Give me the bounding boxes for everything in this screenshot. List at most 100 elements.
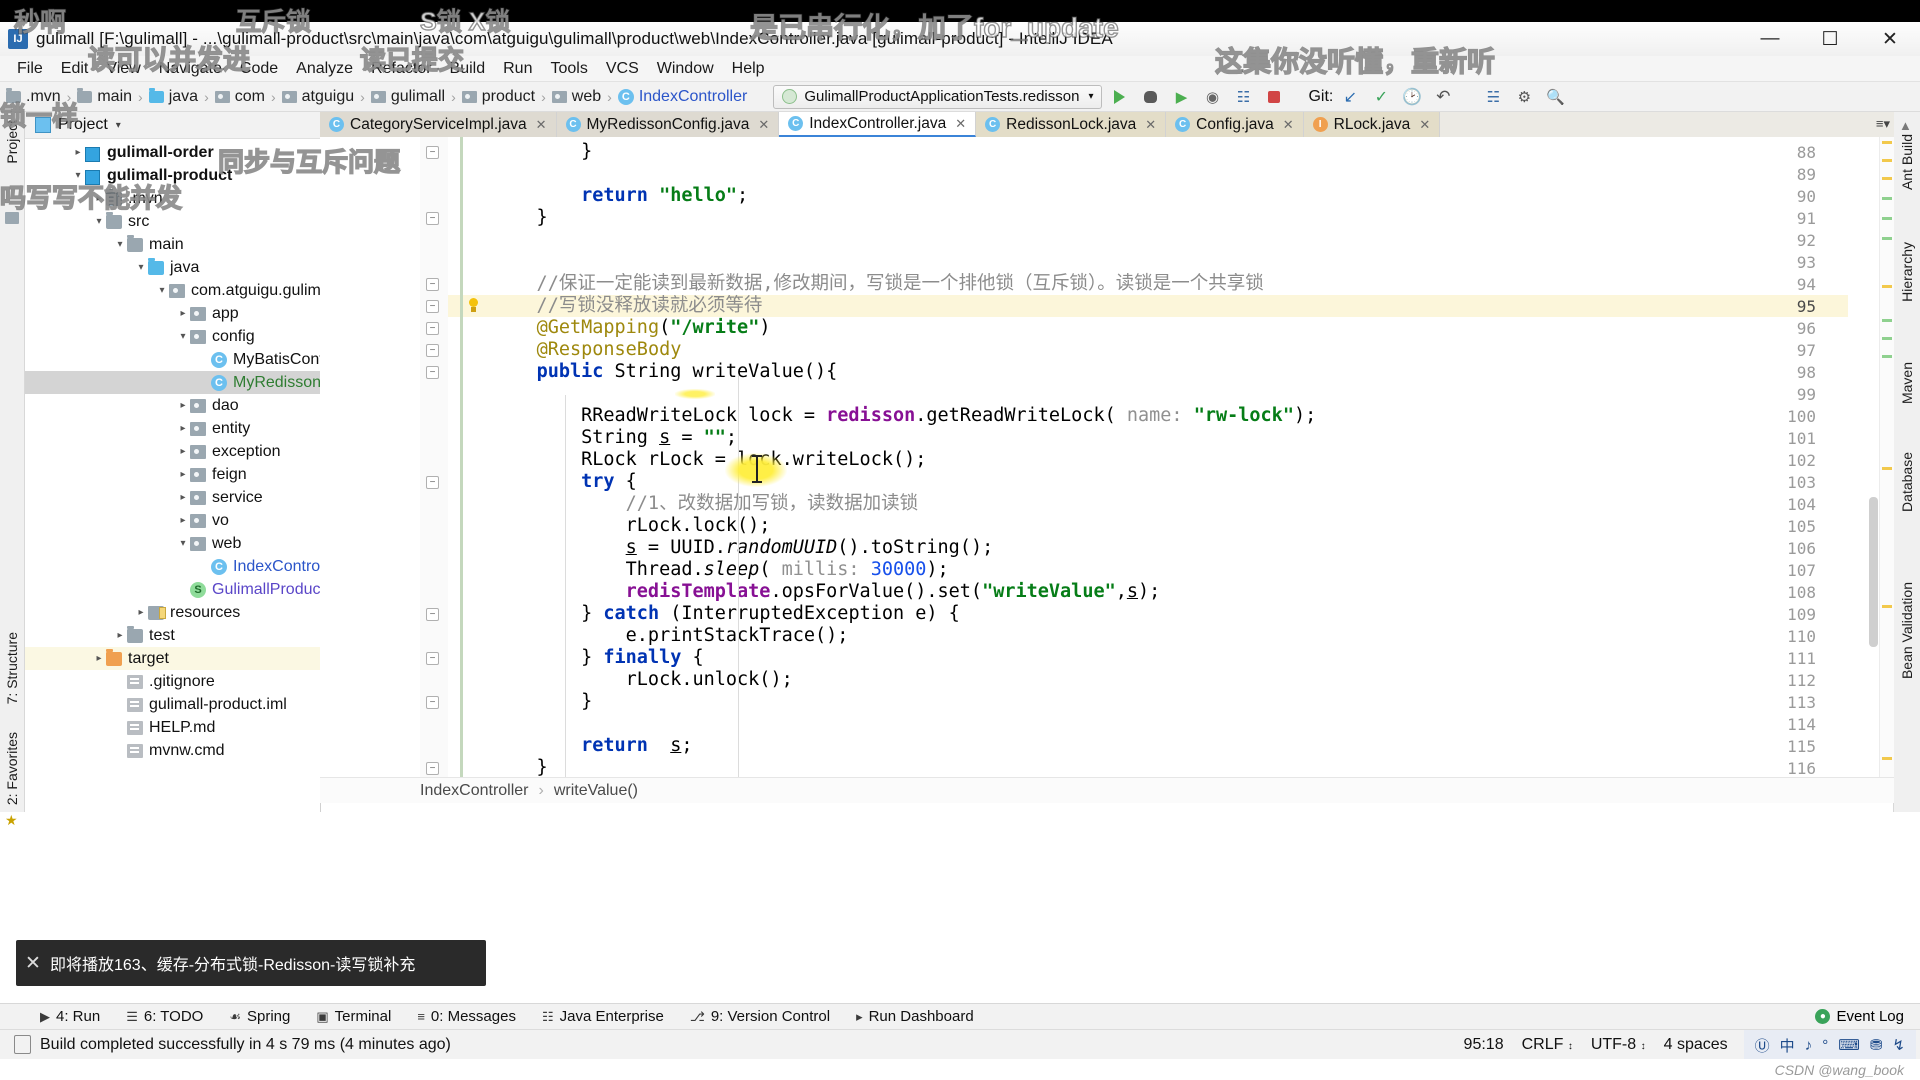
tree-item-exception[interactable]: exception [25,440,320,463]
chevron-down-icon[interactable]: ▾ [116,120,121,131]
profile-button[interactable]: ◉ [1198,85,1226,109]
code-fold-toggle[interactable]: − [426,696,439,709]
notification-toast[interactable]: ✕ 即将播放163、缓存-分布式锁-Redisson-读写锁补充 [16,940,486,986]
line-separator[interactable]: CRLF ↕ [1522,1036,1573,1054]
maximize-button[interactable]: ☐ [1800,22,1860,56]
code-fold-toggle[interactable]: − [426,652,439,665]
close-tab-icon[interactable]: ✕ [1419,117,1430,133]
error-stripe-mark[interactable] [1882,141,1892,144]
tree-item-gulimallproduct[interactable]: gulimall-product [25,164,320,187]
breadcrumb-item-product[interactable]: product [461,88,535,106]
file-encoding[interactable]: UTF-8 ↕ [1591,1036,1646,1054]
code-fold-toggle[interactable]: − [426,212,439,225]
tree-item-target[interactable]: target [25,647,320,670]
close-button[interactable]: ✕ [1860,22,1920,56]
tree-item-indexcontro[interactable]: C IndexContro [25,555,320,578]
error-stripe-mark[interactable] [1882,217,1892,220]
tray-icon-0[interactable]: Ⓤ [1755,1035,1770,1056]
menu-item-tools[interactable]: Tools [541,58,596,80]
tree-item-src[interactable]: src [25,210,320,233]
tool-window-button-rundashboard[interactable]: ▸ Run Dashboard [856,1008,974,1025]
code-fold-toggle[interactable]: − [426,278,439,291]
editor-tab-redissonlockjava[interactable]: C RedissonLock.java ✕ [976,112,1167,137]
project-panel-header[interactable]: Project ▾ [25,112,320,139]
close-tab-icon[interactable]: ✕ [1145,117,1156,133]
tray-icon-5[interactable]: ⛃ [1870,1036,1883,1054]
error-stripe-mark[interactable] [1882,177,1892,180]
tree-item-gulimallorder[interactable]: gulimall-order [25,141,320,164]
settings-button[interactable]: ⚙ [1510,85,1538,109]
error-stripe[interactable] [1879,137,1894,777]
code-fold-toggle[interactable]: − [426,366,439,379]
close-tab-icon[interactable]: ✕ [955,116,966,132]
menu-item-analyze[interactable]: Analyze [287,58,362,80]
chevron-down-icon[interactable] [176,538,190,549]
chevron-right-icon[interactable] [176,492,190,503]
editor-scrollbar-thumb[interactable] [1869,497,1878,647]
menu-item-help[interactable]: Help [723,58,774,80]
error-stripe-mark[interactable] [1882,197,1892,200]
code-fold-toggle[interactable]: − [426,344,439,357]
chevron-right-icon[interactable] [176,446,190,457]
tool-window-button-javaenterprise[interactable]: ☷ Java Enterprise [542,1008,664,1025]
chevron-down-icon[interactable] [71,170,85,181]
code-fold-toggle[interactable]: − [426,608,439,621]
menu-item-refactor[interactable]: Refactor [362,58,440,80]
tree-item-service[interactable]: service [25,486,320,509]
rollback-button[interactable]: ↶ [1429,85,1457,109]
sidebar-item-database[interactable]: Database [1899,452,1915,512]
code-editor[interactable]: 88 − } 89 90 return "hello"; 91 − } 92 93 94 − //… [320,137,1894,777]
tree-item-app[interactable]: app [25,302,320,325]
menu-item-edit[interactable]: Edit [52,58,98,80]
editor-tab-myredissonconfigjava[interactable]: C MyRedissonConfig.java ✕ [556,112,780,137]
menu-item-run[interactable]: Run [494,58,541,80]
menu-item-build[interactable]: Build [441,58,495,80]
code-fold-toggle[interactable]: − [426,762,439,775]
sidebar-item-favorites[interactable]: 2: Favorites [4,732,20,805]
tree-item-main[interactable]: main [25,233,320,256]
chevron-right-icon[interactable] [113,630,127,641]
tree-item-comatguigugulima[interactable]: com.atguigu.gulima [25,279,320,302]
error-stripe-mark[interactable] [1882,337,1892,340]
minimize-button[interactable]: — [1740,22,1800,56]
close-tab-icon[interactable]: ✕ [758,117,769,133]
error-stripe-mark[interactable] [1882,285,1892,288]
chevron-right-icon[interactable] [176,400,190,411]
breadcrumb-item-indexcontroller[interactable]: C IndexController [617,88,747,106]
chevron-right-icon[interactable] [176,423,190,434]
menu-item-file[interactable]: File [8,58,52,80]
breadcrumb-item-mvn[interactable]: .mvn [6,87,61,106]
breadcrumb-class[interactable]: IndexController [420,782,529,800]
history-button[interactable]: 🕑 [1398,85,1426,109]
sidebar-item-ant-build[interactable]: Ant Build [1899,134,1915,190]
close-icon[interactable]: ✕ [16,952,50,975]
chevron-right-icon[interactable] [92,653,106,664]
chevron-down-icon[interactable] [176,331,190,342]
error-stripe-mark[interactable] [1882,237,1892,240]
tree-item-mvnwcmd[interactable]: mvnw.cmd [25,739,320,762]
tree-item-test[interactable]: test [25,624,320,647]
tab-overflow-icon[interactable]: ≡▾ [1876,116,1890,132]
tree-item-vo[interactable]: vo [25,509,320,532]
editor-tab-indexcontrollerjava[interactable]: C IndexController.java ✕ [779,112,977,137]
menu-item-view[interactable]: View [97,58,149,80]
breadcrumb-item-web[interactable]: web [551,88,601,106]
debug-button[interactable] [1136,85,1164,109]
breadcrumb-item-com[interactable]: com [214,88,265,106]
chevron-right-icon[interactable] [92,193,106,204]
chevron-right-icon[interactable] [134,607,148,618]
sidebar-item-maven[interactable]: Maven [1899,362,1915,404]
error-stripe-mark[interactable] [1882,159,1892,162]
run-with-coverage-button[interactable]: ▶ [1167,85,1195,109]
menu-item-navigate[interactable]: Navigate [150,58,231,80]
tree-item-web[interactable]: web [25,532,320,555]
editor-tab-categoryserviceimpljava[interactable]: C CategoryServiceImpl.java ✕ [320,112,557,137]
chevron-right-icon[interactable] [176,308,190,319]
run-button[interactable] [1105,85,1133,109]
tray-icon-3[interactable]: ° [1822,1037,1828,1054]
tree-item-gitignore[interactable]: .gitignore [25,670,320,693]
tree-item-java[interactable]: java [25,256,320,279]
code-fold-toggle[interactable]: − [426,476,439,489]
error-stripe-mark[interactable] [1882,355,1892,358]
run-configuration-selector[interactable]: GulimallProductApplicationTests.redisson… [773,84,1103,109]
